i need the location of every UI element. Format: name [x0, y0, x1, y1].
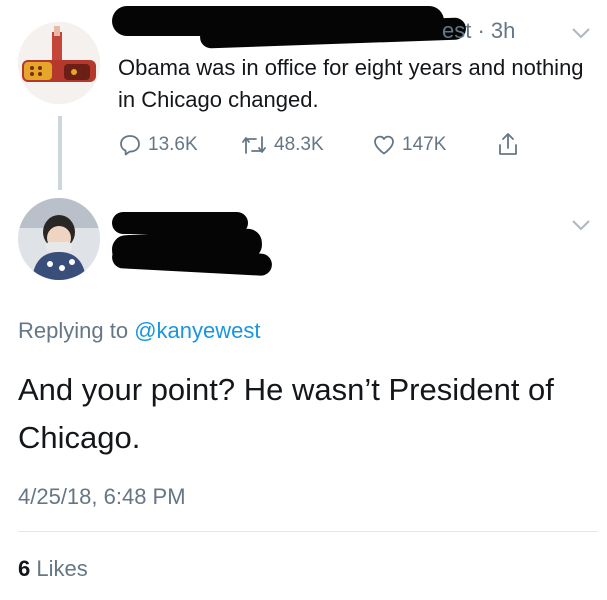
tweet-text: And your point? He wasn’t President of C… [18, 372, 554, 455]
chevron-down-icon[interactable] [572, 26, 590, 44]
reply-count: 13.6K [148, 134, 198, 155]
likes-stat[interactable]: 6 Likes [18, 556, 88, 582]
mention-link[interactable]: @kanyewest [134, 318, 260, 343]
chevron-down-icon[interactable] [572, 218, 590, 236]
replying-label: Replying to [18, 318, 135, 343]
avatar-image [18, 22, 100, 104]
reply-button[interactable]: 13.6K [118, 133, 198, 157]
author-avatar[interactable] [18, 198, 100, 280]
tweet-text: Obama was in office for eight years and … [118, 55, 584, 112]
likes-count: 6 [18, 556, 31, 581]
share-button[interactable] [496, 131, 520, 157]
tweet-timestamp[interactable]: 4/25/18, 6:48 PM [18, 484, 186, 510]
likes-label: Likes [30, 556, 88, 581]
like-count: 147K [402, 134, 447, 155]
share-icon [499, 133, 517, 155]
thread-connector [58, 116, 62, 190]
tweet-time: est · 3h [442, 18, 516, 43]
replying-to: Replying to @kanyewest [18, 318, 260, 344]
avatar-image [18, 198, 100, 280]
like-button[interactable]: 147K [372, 133, 446, 157]
retweet-icon [242, 136, 266, 154]
heart-icon [374, 135, 394, 155]
retweet-button[interactable]: 48.3K [240, 133, 324, 157]
reply-icon [120, 135, 140, 156]
divider [18, 531, 598, 532]
author-avatar[interactable] [18, 22, 100, 104]
retweet-count: 48.3K [274, 134, 324, 155]
